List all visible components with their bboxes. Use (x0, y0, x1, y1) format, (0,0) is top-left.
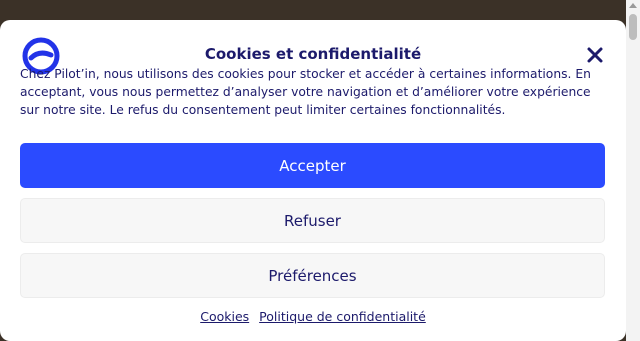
scroll-up-icon[interactable] (629, 3, 637, 8)
accept-button[interactable]: Accepter (20, 143, 605, 188)
cookies-link[interactable]: Cookies (200, 309, 249, 324)
preferences-button[interactable]: Préférences (20, 253, 605, 298)
policy-links: Cookies Politique de confidentialité (0, 309, 626, 324)
privacy-policy-link[interactable]: Politique de confidentialité (259, 309, 426, 324)
scrollbar-thumb[interactable] (629, 14, 637, 40)
refuse-button[interactable]: Refuser (20, 198, 605, 243)
consent-description: Chez Pilot’in, nous utilisons des cookie… (20, 67, 591, 117)
close-icon[interactable] (586, 46, 604, 64)
page-scrollbar[interactable] (626, 0, 640, 341)
dialog-title: Cookies et confidentialité (204, 45, 422, 63)
